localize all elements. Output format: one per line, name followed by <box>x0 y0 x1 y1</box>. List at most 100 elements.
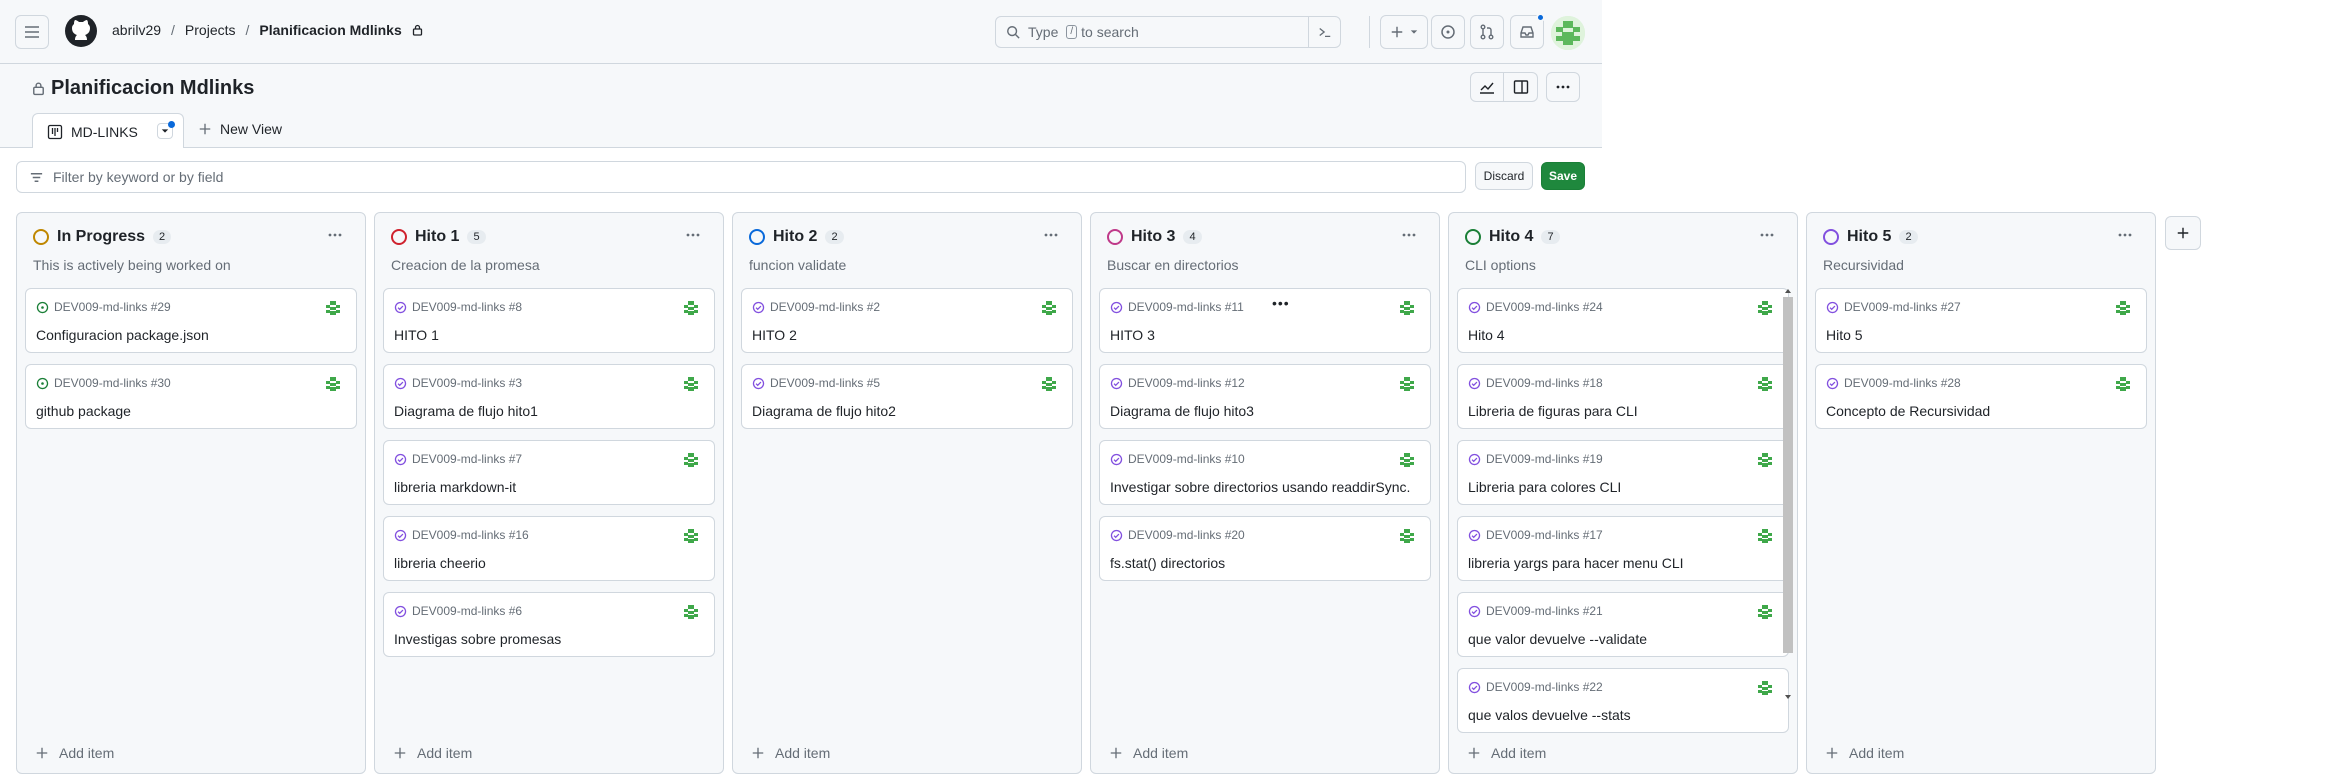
issue-reference-text[interactable]: DEV009-md-links #2 <box>770 300 880 314</box>
add-item-button[interactable]: Add item <box>35 745 114 761</box>
issue-title[interactable]: HITO 3 <box>1110 327 1155 343</box>
issue-card[interactable]: DEV009-md-links #24 Hito 4 <box>1457 288 1789 353</box>
assignee-avatar-icon[interactable] <box>1398 375 1416 393</box>
save-button[interactable]: Save <box>1541 162 1585 190</box>
assignee-avatar-icon[interactable] <box>1398 299 1416 317</box>
assignee-avatar-icon[interactable] <box>1040 375 1058 393</box>
issue-title[interactable]: Hito 5 <box>1826 327 1863 343</box>
add-item-button[interactable]: Add item <box>393 745 472 761</box>
issue-card[interactable]: DEV009-md-links #20 fs.stat() directorios <box>1099 516 1431 581</box>
issue-reference-text[interactable]: DEV009-md-links #12 <box>1128 376 1245 390</box>
issue-title[interactable]: libreria yargs para hacer menu CLI <box>1468 555 1684 571</box>
assignee-avatar-icon[interactable] <box>1756 299 1774 317</box>
filter-input[interactable]: Filter by keyword or by field <box>16 161 1466 193</box>
issue-card[interactable]: DEV009-md-links #18 Libreria de figuras p… <box>1457 364 1789 429</box>
issue-reference-text[interactable]: DEV009-md-links #22 <box>1486 680 1603 694</box>
add-item-button[interactable]: Add item <box>1109 745 1188 761</box>
issue-title[interactable]: HITO 1 <box>394 327 439 343</box>
issue-title[interactable]: Investigar sobre directorios usando read… <box>1110 479 1410 495</box>
issue-card[interactable]: DEV009-md-links #5 Diagrama de flujo hito… <box>741 364 1073 429</box>
create-new-button[interactable] <box>1380 15 1428 49</box>
scrollbar-thumb[interactable] <box>1783 297 1793 653</box>
issue-reference-text[interactable]: DEV009-md-links #5 <box>770 376 880 390</box>
discard-button[interactable]: Discard <box>1475 162 1533 190</box>
user-avatar[interactable] <box>1551 16 1585 50</box>
issue-card[interactable]: DEV009-md-links #11 ••• HITO 3 <box>1099 288 1431 353</box>
project-menu-button[interactable] <box>1546 72 1580 102</box>
pull-requests-button[interactable] <box>1470 15 1504 49</box>
assignee-avatar-icon[interactable] <box>682 375 700 393</box>
issue-reference-text[interactable]: DEV009-md-links #7 <box>412 452 522 466</box>
new-view-button[interactable]: New View <box>198 121 282 137</box>
issue-title[interactable]: github package <box>36 403 131 419</box>
insights-button[interactable] <box>1470 72 1504 102</box>
issue-title[interactable]: Libreria para colores CLI <box>1468 479 1621 495</box>
issue-reference-text[interactable]: DEV009-md-links #24 <box>1486 300 1603 314</box>
issue-reference-text[interactable]: DEV009-md-links #27 <box>1844 300 1961 314</box>
issue-title[interactable]: Diagrama de flujo hito2 <box>752 403 896 419</box>
issues-button[interactable] <box>1431 15 1465 49</box>
assignee-avatar-icon[interactable] <box>1756 375 1774 393</box>
assignee-avatar-icon[interactable] <box>1756 527 1774 545</box>
breadcrumb-project[interactable]: Planificacion Mdlinks <box>259 22 401 38</box>
issue-card[interactable]: DEV009-md-links #16 libreria cheerio <box>383 516 715 581</box>
issue-title[interactable]: Hito 4 <box>1468 327 1505 343</box>
issue-reference-text[interactable]: DEV009-md-links #8 <box>412 300 522 314</box>
issue-reference-text[interactable]: DEV009-md-links #11 <box>1128 300 1244 314</box>
issue-card[interactable]: DEV009-md-links #17 libreria yargs para h… <box>1457 516 1789 581</box>
issue-card[interactable]: DEV009-md-links #30 github package <box>25 364 357 429</box>
issue-reference-text[interactable]: DEV009-md-links #10 <box>1128 452 1245 466</box>
issue-title[interactable]: Diagrama de flujo hito1 <box>394 403 538 419</box>
issue-reference-text[interactable]: DEV009-md-links #3 <box>412 376 522 390</box>
issue-card[interactable]: DEV009-md-links #12 Diagrama de flujo hit… <box>1099 364 1431 429</box>
assignee-avatar-icon[interactable] <box>2114 299 2132 317</box>
issue-reference-text[interactable]: DEV009-md-links #6 <box>412 604 522 618</box>
issue-card[interactable]: DEV009-md-links #6 Investigas sobre prome… <box>383 592 715 657</box>
assignee-avatar-icon[interactable] <box>1756 451 1774 469</box>
issue-title[interactable]: HITO 2 <box>752 327 797 343</box>
issue-title[interactable]: fs.stat() directorios <box>1110 555 1225 571</box>
issue-card[interactable]: DEV009-md-links #22 que valos devuelve --… <box>1457 668 1789 733</box>
assignee-avatar-icon[interactable] <box>1398 451 1416 469</box>
issue-title[interactable]: Investigas sobre promesas <box>394 631 561 647</box>
issue-card[interactable]: DEV009-md-links #7 libreria markdown-it <box>383 440 715 505</box>
add-item-button[interactable]: Add item <box>751 745 830 761</box>
issue-reference-text[interactable]: DEV009-md-links #17 <box>1486 528 1603 542</box>
assignee-avatar-icon[interactable] <box>1756 679 1774 697</box>
column-menu-button[interactable] <box>1043 227 1059 248</box>
assignee-avatar-icon[interactable] <box>324 299 342 317</box>
scroll-down-arrow-icon[interactable] <box>1782 691 1794 703</box>
add-column-button[interactable] <box>2165 216 2201 250</box>
assignee-avatar-icon[interactable] <box>1398 527 1416 545</box>
issue-reference-text[interactable]: DEV009-md-links #18 <box>1486 376 1603 390</box>
assignee-avatar-icon[interactable] <box>2114 375 2132 393</box>
column-scrollbar[interactable] <box>1782 285 1794 703</box>
tab-md-links[interactable]: MD-LINKS <box>32 113 184 149</box>
scroll-up-arrow-icon[interactable] <box>1782 285 1794 297</box>
column-menu-button[interactable] <box>1401 227 1417 248</box>
search-input[interactable]: Type / to search <box>995 16 1341 48</box>
issue-title[interactable]: Diagrama de flujo hito3 <box>1110 403 1254 419</box>
assignee-avatar-icon[interactable] <box>682 527 700 545</box>
column-menu-button[interactable] <box>2117 227 2133 248</box>
issue-reference-text[interactable]: DEV009-md-links #28 <box>1844 376 1961 390</box>
issue-card[interactable]: DEV009-md-links #3 Diagrama de flujo hito… <box>383 364 715 429</box>
issue-title[interactable]: Libreria de figuras para CLI <box>1468 403 1638 419</box>
issue-card[interactable]: DEV009-md-links #19 Libreria para colores… <box>1457 440 1789 505</box>
assignee-avatar-icon[interactable] <box>682 299 700 317</box>
assignee-avatar-icon[interactable] <box>324 375 342 393</box>
issue-card[interactable]: DEV009-md-links #28 Concepto de Recursivi… <box>1815 364 2147 429</box>
card-menu-button[interactable]: ••• <box>1272 295 1290 311</box>
add-item-button[interactable]: Add item <box>1825 745 1904 761</box>
issue-card[interactable]: DEV009-md-links #2 HITO 2 <box>741 288 1073 353</box>
issue-card[interactable]: DEV009-md-links #21 que valor devuelve --… <box>1457 592 1789 657</box>
column-menu-button[interactable] <box>685 227 701 248</box>
issue-card[interactable]: DEV009-md-links #27 Hito 5 <box>1815 288 2147 353</box>
issue-reference-text[interactable]: DEV009-md-links #30 <box>54 376 171 390</box>
assignee-avatar-icon[interactable] <box>1040 299 1058 317</box>
issue-reference-text[interactable]: DEV009-md-links #21 <box>1486 604 1603 618</box>
command-palette-button[interactable] <box>1308 16 1340 48</box>
issue-title[interactable]: libreria markdown-it <box>394 479 516 495</box>
issue-reference-text[interactable]: DEV009-md-links #20 <box>1128 528 1245 542</box>
issue-title[interactable]: que valos devuelve --stats <box>1468 707 1631 723</box>
